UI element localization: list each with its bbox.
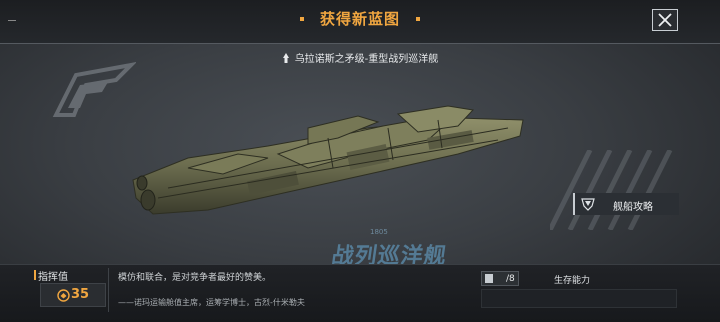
- description-quote: 模仿和联合，是对竞争者最好的赞美。: [118, 273, 272, 283]
- panel-divider: [108, 268, 109, 312]
- ship-class-icon: [282, 53, 289, 63]
- description-attribution: ——诺玛运输舱值主席，运筹学博士，古烈-什米勒夫: [118, 298, 305, 307]
- close-icon: [658, 13, 672, 27]
- commander-label: 指挥值: [38, 272, 68, 283]
- blueprint-reward-screen: 1805 战列巡洋舰 获得新蓝图 乌拉诺斯之矛级-重型战列巡洋舰 舰船攻略 指挥…: [0, 0, 720, 322]
- header-bar: 获得新蓝图: [0, 0, 720, 44]
- page-title: 获得新蓝图: [319, 10, 400, 28]
- commander-value-box: 35: [40, 283, 106, 307]
- guide-shield-icon: [581, 198, 595, 211]
- ship-name-line: 乌拉诺斯之矛级-重型战列巡洋舰: [0, 50, 720, 65]
- header-divider: [0, 43, 720, 44]
- stat-count-value: /8: [506, 274, 515, 284]
- battlecruiser-model: [132, 105, 524, 215]
- title-right-dot: [416, 17, 420, 21]
- commander-accent-bar: [34, 270, 36, 280]
- stat-count-icon: [485, 274, 493, 283]
- faction-logo-watermark: [52, 62, 136, 117]
- ship-name: 乌拉诺斯之矛级-重型战列巡洋舰: [294, 54, 439, 65]
- commander-value: 35: [71, 287, 90, 302]
- ship-guide-button[interactable]: 舰船攻略: [573, 193, 679, 215]
- stat-count-box: /8: [481, 271, 519, 286]
- close-button[interactable]: [652, 9, 678, 31]
- command-coin-icon: [57, 289, 70, 302]
- survival-label: 生存能力: [554, 276, 591, 286]
- ship-guide-label: 舰船攻略: [613, 202, 653, 213]
- hazard-stripes-decoration: [550, 150, 673, 230]
- survival-stat-panel: [481, 289, 677, 308]
- hull-code: 1805: [370, 228, 388, 236]
